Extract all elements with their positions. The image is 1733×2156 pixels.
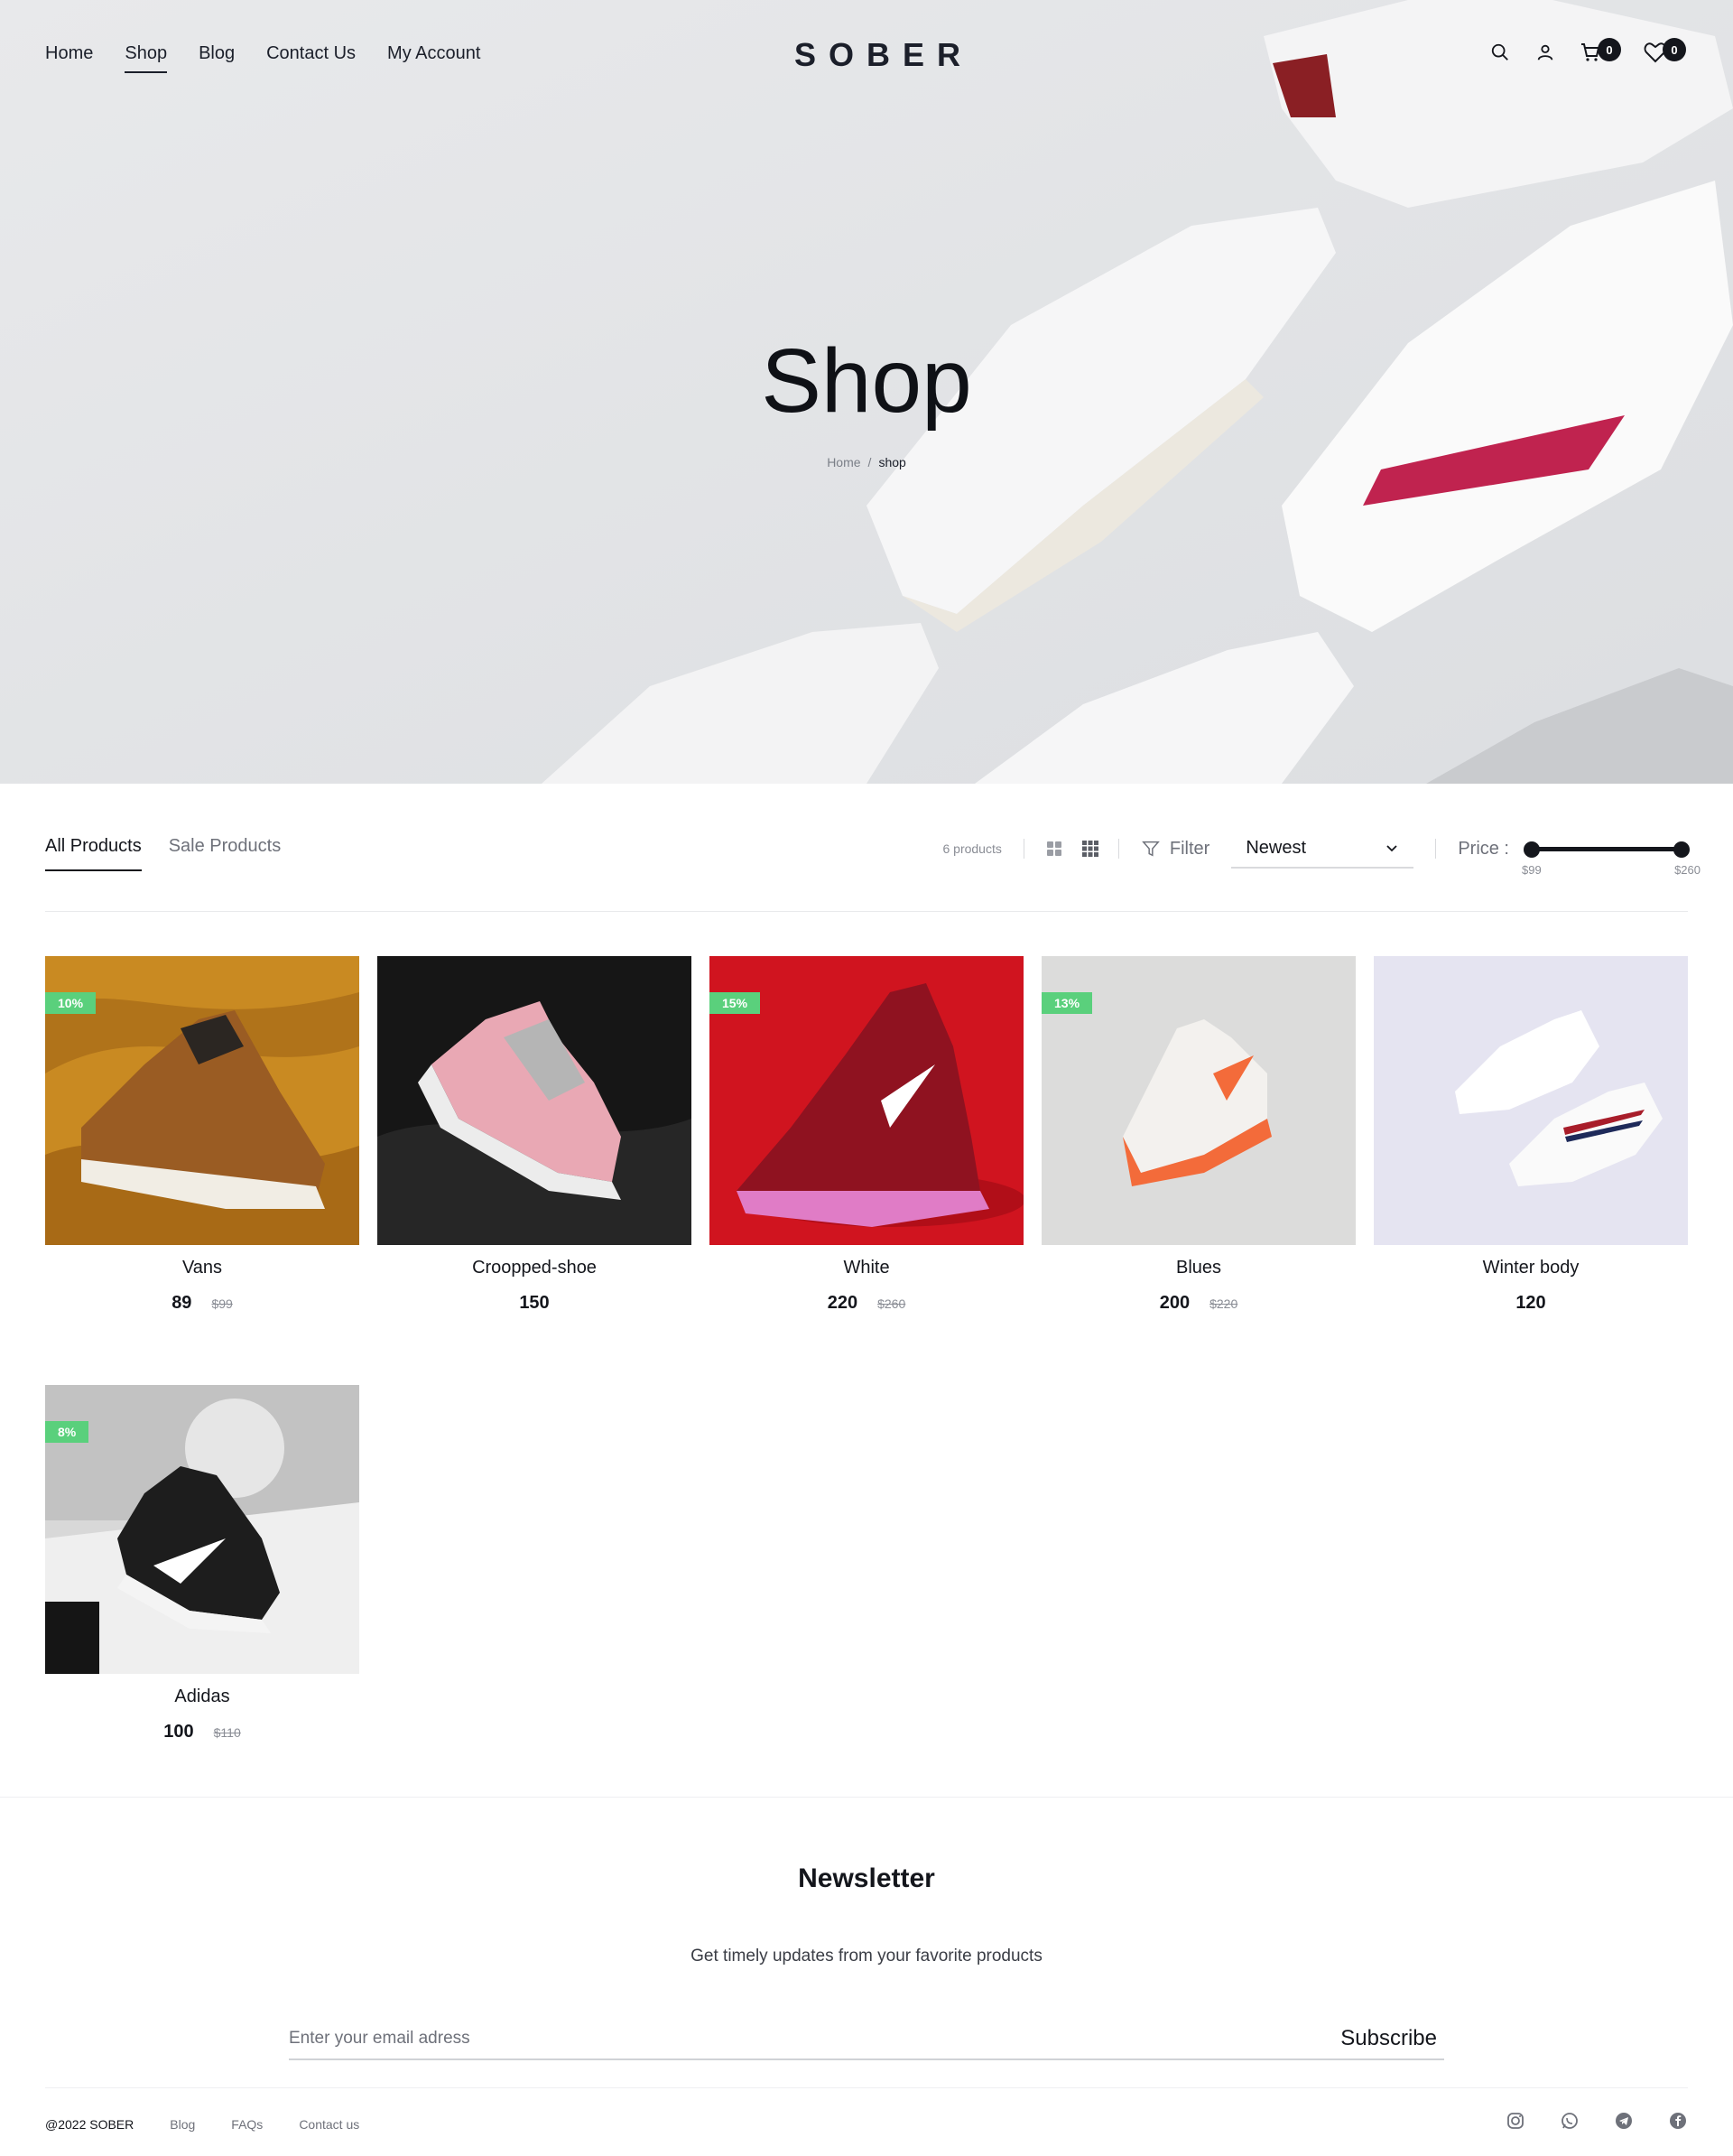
cart-icon[interactable]: 0: [1578, 38, 1621, 65]
product-image[interactable]: 8%: [45, 1385, 359, 1674]
shop-toolbar: All Products Sale Products 6 products Fi…: [45, 829, 1701, 912]
breadcrumb-current: shop: [878, 455, 906, 469]
slider-max-handle[interactable]: [1673, 841, 1690, 858]
nav-shop[interactable]: Shop: [125, 43, 167, 73]
product-card[interactable]: Croopped-shoe 150: [377, 956, 691, 1314]
divider: [1435, 839, 1437, 859]
product-prices: 89 $99: [45, 1293, 359, 1314]
product-name[interactable]: Blues: [1042, 1258, 1356, 1278]
facebook-icon[interactable]: [1668, 2111, 1688, 2131]
telegram-icon[interactable]: [1614, 2111, 1634, 2131]
product-price: 200: [1159, 1293, 1191, 1313]
product-card[interactable]: 15% White 220 $260: [709, 956, 1024, 1314]
filter-label: Filter: [1169, 838, 1210, 859]
discount-badge: 10%: [45, 992, 97, 1014]
product-old-price: $220: [1209, 1296, 1238, 1311]
product-image[interactable]: 15%: [709, 956, 1024, 1245]
product-name[interactable]: Adidas: [45, 1687, 359, 1707]
wishlist-count-badge: 0: [1663, 38, 1686, 61]
filter-icon: [1141, 841, 1160, 857]
tab-all-products[interactable]: All Products: [45, 836, 142, 871]
page-title: Shop: [761, 330, 972, 432]
toolbar-controls: 6 products Filter Newest Price : $99 $26…: [942, 829, 1701, 878]
product-name[interactable]: Vans: [45, 1258, 359, 1278]
product-prices: 100 $110: [45, 1722, 359, 1742]
product-prices: 200 $220: [1042, 1293, 1356, 1314]
cart-count-badge: 0: [1598, 38, 1621, 61]
sort-value: Newest: [1246, 837, 1307, 858]
product-count: 6 products: [942, 841, 1002, 856]
grid-9-view-icon[interactable]: [1081, 841, 1098, 857]
chevron-down-icon: [1386, 845, 1397, 852]
newsletter-subtitle: Get timely updates from your favorite pr…: [690, 1947, 1043, 1965]
product-name[interactable]: Croopped-shoe: [377, 1258, 691, 1278]
footer-link-faqs[interactable]: FAQs: [231, 2117, 263, 2132]
footer-link-blog[interactable]: Blog: [170, 2117, 195, 2132]
hero-banner: Home Shop Blog Contact Us My Account SOB…: [0, 0, 1733, 784]
product-prices: 220 $260: [709, 1293, 1024, 1314]
newsletter-title: Newsletter: [798, 1863, 935, 1893]
product-old-price: $99: [211, 1296, 233, 1311]
copyright: @2022 SOBER: [45, 2117, 134, 2132]
main-nav: Home Shop Blog Contact Us My Account: [45, 43, 480, 73]
heart-icon[interactable]: 0: [1643, 38, 1686, 65]
price-label: Price :: [1458, 838, 1509, 859]
grid-4-view-icon[interactable]: [1046, 841, 1062, 857]
breadcrumb-separator: /: [867, 455, 872, 469]
social-links: [1506, 2111, 1688, 2131]
instagram-icon[interactable]: [1506, 2111, 1525, 2131]
user-icon[interactable]: [1533, 40, 1558, 65]
product-old-price: $110: [213, 1725, 241, 1740]
discount-badge: 8%: [45, 1421, 89, 1443]
section-divider: [0, 1797, 1733, 1798]
product-price: 89: [171, 1293, 192, 1313]
whatsapp-icon[interactable]: [1560, 2111, 1580, 2131]
product-old-price: $260: [877, 1296, 906, 1311]
subscribe-button[interactable]: Subscribe: [1340, 2026, 1444, 2051]
header-actions: 0 0: [1487, 38, 1688, 65]
product-card[interactable]: Winter body 120: [1374, 956, 1688, 1314]
tab-sale-products[interactable]: Sale Products: [169, 836, 282, 871]
footer-divider: [45, 2087, 1688, 2088]
product-prices: 150: [377, 1293, 691, 1314]
sort-select[interactable]: Newest: [1231, 829, 1414, 869]
newsletter-form: Subscribe: [289, 2019, 1444, 2060]
nav-blog[interactable]: Blog: [199, 43, 235, 73]
nav-contact[interactable]: Contact Us: [266, 43, 356, 73]
product-image[interactable]: [1374, 956, 1688, 1245]
product-card[interactable]: 10% Vans 89 $99: [45, 956, 359, 1314]
product-tabs: All Products Sale Products: [45, 836, 281, 871]
product-price: 120: [1515, 1293, 1546, 1313]
product-image[interactable]: [377, 956, 691, 1245]
product-name[interactable]: Winter body: [1374, 1258, 1688, 1278]
footer-link-contact[interactable]: Contact us: [299, 2117, 359, 2132]
product-price: 220: [827, 1293, 858, 1313]
filter-button[interactable]: Filter: [1141, 839, 1209, 860]
breadcrumb-home[interactable]: Home: [827, 455, 860, 469]
product-image[interactable]: 10%: [45, 956, 359, 1245]
site-logo[interactable]: SOBER: [794, 36, 973, 74]
price-max-label: $260: [1674, 863, 1701, 877]
divider: [1117, 839, 1119, 859]
product-prices: 120: [1374, 1293, 1688, 1314]
discount-badge: 15%: [709, 992, 761, 1014]
price-min-label: $99: [1522, 863, 1542, 877]
nav-my-account[interactable]: My Account: [387, 43, 480, 73]
price-range-slider[interactable]: $99 $260: [1522, 840, 1701, 877]
breadcrumb: Home / shop: [0, 455, 1733, 469]
footer: @2022 SOBER Blog FAQs Contact us: [45, 2111, 1688, 2138]
slider-track: [1525, 847, 1688, 851]
product-card[interactable]: 13% Blues 200 $220: [1042, 956, 1356, 1314]
product-price: 150: [519, 1293, 550, 1313]
nav-home[interactable]: Home: [45, 43, 93, 73]
search-icon[interactable]: [1487, 40, 1513, 65]
slider-min-handle[interactable]: [1524, 841, 1540, 858]
discount-badge: 13%: [1042, 992, 1093, 1014]
product-name[interactable]: White: [709, 1258, 1024, 1278]
product-image[interactable]: 13%: [1042, 956, 1356, 1245]
email-input[interactable]: [289, 2029, 1101, 2049]
product-price: 100: [163, 1722, 194, 1742]
product-card[interactable]: 8% Adidas 100 $110: [45, 1385, 359, 1742]
